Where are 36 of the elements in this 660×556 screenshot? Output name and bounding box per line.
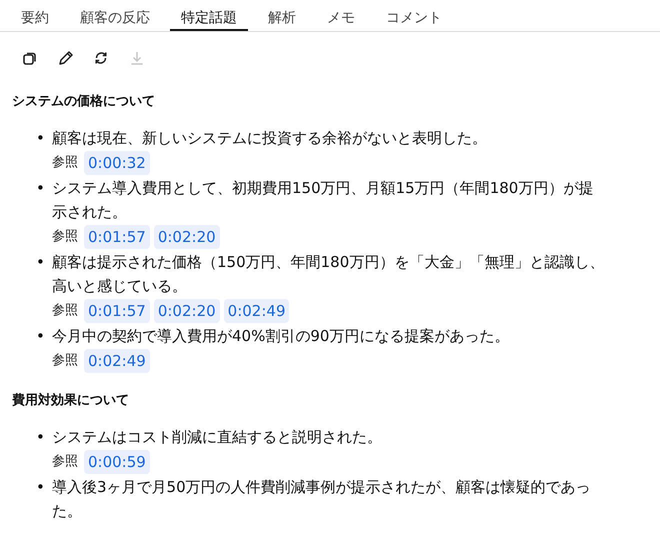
timestamp-link[interactable]: 0:02:20 [154, 299, 220, 323]
reference-label: 参照 [52, 154, 78, 172]
bullet: • [36, 252, 46, 273]
tab[interactable]: 解析 [257, 0, 307, 31]
bullet: • [36, 128, 46, 149]
reference-label: 参照 [52, 228, 78, 246]
pencil-icon[interactable] [57, 50, 73, 66]
bullet: • [36, 477, 46, 498]
timestamp-link[interactable]: 0:02:20 [154, 225, 220, 249]
tab[interactable]: 要約 [10, 0, 60, 31]
copy-icon[interactable] [21, 50, 37, 66]
timestamp-link[interactable]: 0:00:59 [84, 450, 150, 474]
timestamp-link[interactable]: 0:01:57 [84, 299, 150, 323]
bullet-text: 顧客は提示された価格（150万円、年間180万円）を「大金」「無理」と認識し、高いと感じている。 [52, 252, 606, 297]
tab[interactable]: 顧客の反応 [69, 0, 161, 31]
reference-label: 参照 [52, 352, 78, 370]
timestamp-link[interactable]: 0:01:57 [84, 225, 150, 249]
bullet-text: 導入後3ヶ月で月50万円の人件費削減事例が提示されたが、顧客は懐疑的であった。 [52, 477, 592, 522]
timestamp-link[interactable]: 0:02:49 [84, 349, 150, 373]
bullet-text: システム導入費用として、初期費用150万円、月額15万円（年間180万円）が提示された。 [52, 178, 594, 223]
section-heading: 費用対効果について [12, 392, 130, 410]
bullet-text: システムはコスト削減に直結すると説明された。 [52, 427, 382, 448]
tab[interactable]: メモ [316, 0, 366, 31]
reference-label: 参照 [52, 302, 78, 320]
reference-label: 参照 [52, 453, 78, 471]
timestamp-link[interactable]: 0:02:49 [224, 299, 290, 323]
tab[interactable]: コメント [375, 0, 453, 31]
bullet: • [36, 178, 46, 199]
refresh-icon[interactable] [93, 50, 109, 66]
section-heading: システムの価格について [12, 93, 156, 111]
timestamp-link[interactable]: 0:00:32 [84, 151, 150, 175]
bullet-text: 今月中の契約で導入費用が40%割引の90万円になる提案があった。 [52, 326, 510, 347]
bullet-text: 顧客は現在、新しいシステムに投資する余裕がないと表明した。 [52, 128, 487, 149]
bullet: • [36, 326, 46, 347]
bullet: • [36, 427, 46, 448]
tab[interactable]: 特定話題 [170, 0, 248, 31]
